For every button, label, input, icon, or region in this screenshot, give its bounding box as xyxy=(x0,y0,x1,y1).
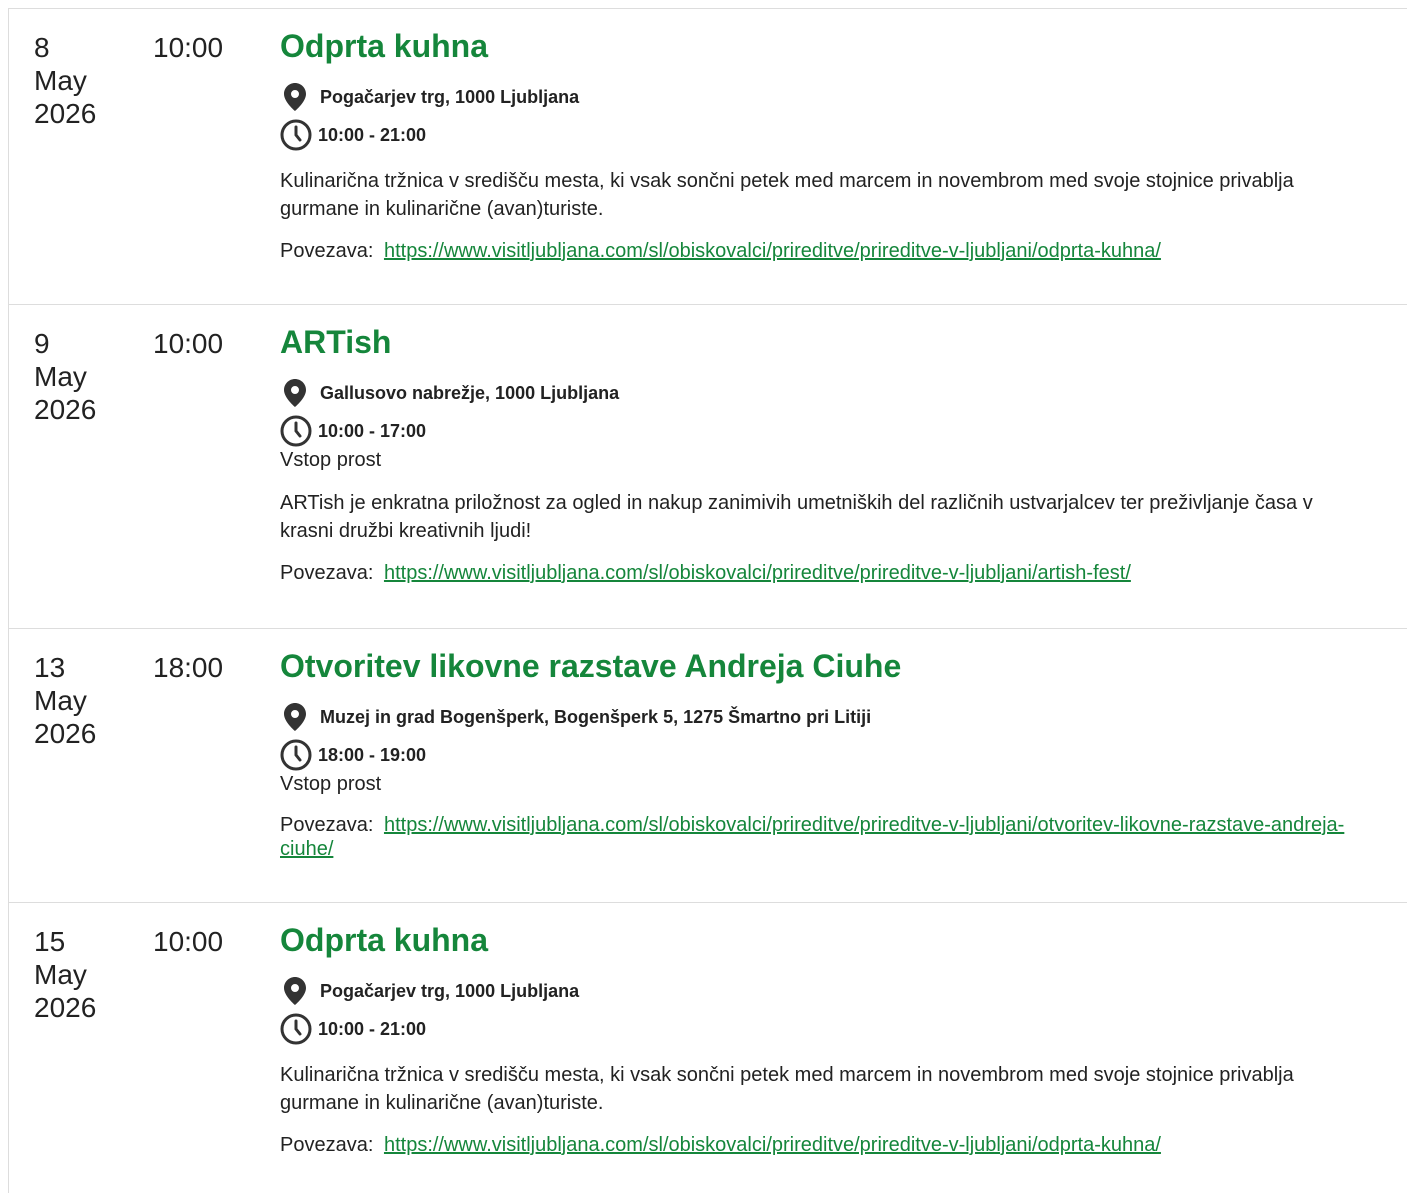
event-day: 9 xyxy=(34,328,50,359)
event-location-text: Pogačarjev trg, 1000 Ljubljana xyxy=(320,86,580,107)
event-location-text: Pogačarjev trg, 1000 Ljubljana xyxy=(320,980,580,1001)
event-content: Odprta kuhna Pogačarjev trg, 1000 Ljublj… xyxy=(280,27,1391,263)
event-hours-text: 10:00 - 17:00 xyxy=(318,420,427,441)
event-hours-text: 10:00 - 21:00 xyxy=(318,124,427,145)
event-year: 2026 xyxy=(34,394,97,425)
event-date: 15 May 2026 xyxy=(34,925,96,1024)
event-start-time: 10:00 xyxy=(153,32,224,63)
map-pin-icon xyxy=(280,378,310,408)
event-hours: 18:00 - 19:00 xyxy=(280,739,1391,771)
event-day: 15 xyxy=(34,926,66,957)
event-description: Kulinarična tržnica v središču mesta, ki… xyxy=(280,170,1294,220)
clock-icon xyxy=(280,119,312,151)
event-location: Gallusovo nabrežje, 1000 Ljubljana xyxy=(280,377,1391,409)
map-pin-icon xyxy=(280,976,310,1006)
event-url-link[interactable]: https://www.visitljubljana.com/sl/obisko… xyxy=(384,240,1161,262)
event-link-row: Povezava: https://www.visitljubljana.com… xyxy=(280,239,1391,263)
event-day: 8 xyxy=(34,32,50,63)
link-label: Povezava: xyxy=(280,562,374,584)
link-label: Povezava: xyxy=(280,240,374,262)
event-location: Pogačarjev trg, 1000 Ljubljana xyxy=(280,975,1391,1007)
event-title-link[interactable]: ARTish xyxy=(280,323,1391,361)
event-hours-text: 18:00 - 19:00 xyxy=(318,744,427,765)
event-start-time: 10:00 xyxy=(153,328,224,359)
clock-icon xyxy=(280,1013,312,1045)
event-title-link[interactable]: Odprta kuhna xyxy=(280,27,1391,65)
event-hours: 10:00 - 17:00 xyxy=(280,415,1391,447)
event-content: Odprta kuhna Pogačarjev trg, 1000 Ljublj… xyxy=(280,921,1391,1157)
event-date: 9 May 2026 xyxy=(34,327,96,426)
event-row: 15 May 2026 10:00 Odprta kuhna Pogačarje… xyxy=(8,902,1407,1194)
event-entry: Vstop prost xyxy=(280,773,382,795)
event-month: May xyxy=(34,959,87,990)
event-month: May xyxy=(34,685,87,716)
map-pin-icon xyxy=(280,702,310,732)
event-title-link[interactable]: Otvoritev likovne razstave Andreja Ciuhe xyxy=(280,647,1391,685)
link-label: Povezava: xyxy=(280,814,374,836)
event-start-time: 18:00 xyxy=(153,652,224,683)
event-title-link[interactable]: Odprta kuhna xyxy=(280,921,1391,959)
event-row: 13 May 2026 18:00 Otvoritev likovne razs… xyxy=(8,628,1407,903)
clock-icon xyxy=(280,415,312,447)
event-description: ARTish je enkratna priložnost za ogled i… xyxy=(280,492,1313,542)
event-content: ARTish Gallusovo nabrežje, 1000 Ljubljan… xyxy=(280,323,1391,585)
event-year: 2026 xyxy=(34,98,97,129)
event-link-row: Povezava: https://www.visitljubljana.com… xyxy=(280,561,1391,585)
event-link-row: Povezava: https://www.visitljubljana.com… xyxy=(280,813,1391,861)
event-year: 2026 xyxy=(34,718,97,749)
event-month: May xyxy=(34,361,87,392)
event-link-row: Povezava: https://www.visitljubljana.com… xyxy=(280,1133,1391,1157)
event-list: 8 May 2026 10:00 Odprta kuhna Pogačarjev… xyxy=(0,0,1407,1193)
event-location: Pogačarjev trg, 1000 Ljubljana xyxy=(280,81,1391,113)
event-date: 8 May 2026 xyxy=(34,31,96,130)
event-row: 9 May 2026 10:00 ARTish Gallusovo nabrež… xyxy=(8,304,1407,629)
event-location-text: Muzej in grad Bogenšperk, Bogenšperk 5, … xyxy=(320,706,872,727)
event-url-link[interactable]: https://www.visitljubljana.com/sl/obisko… xyxy=(384,562,1131,584)
link-label: Povezava: xyxy=(280,1134,374,1156)
event-date: 13 May 2026 xyxy=(34,651,96,750)
event-location: Muzej in grad Bogenšperk, Bogenšperk 5, … xyxy=(280,701,1391,733)
event-year: 2026 xyxy=(34,992,97,1023)
event-content: Otvoritev likovne razstave Andreja Ciuhe… xyxy=(280,647,1391,861)
event-hours: 10:00 - 21:00 xyxy=(280,1013,1391,1045)
event-hours-text: 10:00 - 21:00 xyxy=(318,1018,427,1039)
event-hours: 10:00 - 21:00 xyxy=(280,119,1391,151)
event-location-text: Gallusovo nabrežje, 1000 Ljubljana xyxy=(320,382,620,403)
event-start-time: 10:00 xyxy=(153,926,224,957)
event-url-link[interactable]: https://www.visitljubljana.com/sl/obisko… xyxy=(280,814,1344,860)
map-pin-icon xyxy=(280,82,310,112)
event-url-link[interactable]: https://www.visitljubljana.com/sl/obisko… xyxy=(384,1134,1161,1156)
event-row: 8 May 2026 10:00 Odprta kuhna Pogačarjev… xyxy=(8,8,1407,305)
event-description: Kulinarična tržnica v središču mesta, ki… xyxy=(280,1064,1294,1114)
clock-icon xyxy=(280,739,312,771)
event-day: 13 xyxy=(34,652,66,683)
event-month: May xyxy=(34,65,87,96)
event-entry: Vstop prost xyxy=(280,449,382,471)
